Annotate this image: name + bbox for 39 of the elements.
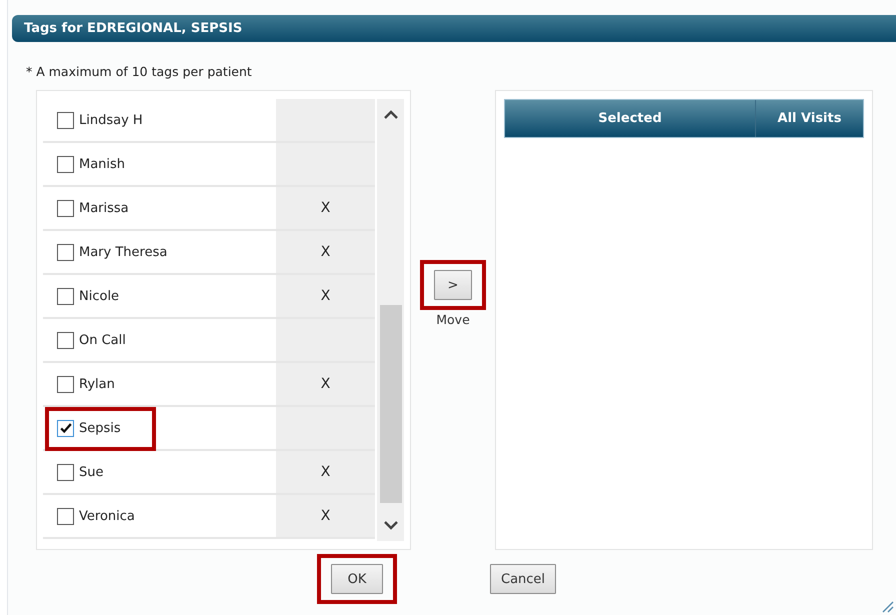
tag-name[interactable]: On Call [79, 332, 126, 348]
tag-name[interactable]: Nicole [79, 288, 120, 304]
visit-mark: X [320, 200, 330, 216]
tag-name[interactable]: Marissa [79, 200, 129, 216]
tag-name[interactable]: Mary Theresa [79, 244, 168, 260]
visit-mark: X [320, 508, 330, 524]
dialog-button[interactable]: OK [331, 564, 383, 594]
checkbox[interactable] [57, 464, 74, 480]
column-header: Selected [505, 100, 756, 137]
scroll-up-icon[interactable] [382, 109, 398, 119]
dialog-title: Tags for EDREGIONAL, SEPSIS [24, 21, 242, 36]
checkbox[interactable] [57, 244, 74, 260]
dialog-button[interactable]: Cancel [490, 564, 556, 594]
scroll-down-icon[interactable] [382, 521, 398, 531]
checkbox[interactable] [57, 332, 74, 348]
checkbox[interactable] [57, 288, 74, 304]
tag-name[interactable]: Sepsis [79, 420, 121, 436]
visit-mark: X [320, 464, 330, 480]
checkbox[interactable] [57, 420, 74, 436]
note-text: * A maximum of 10 tags per patient [26, 64, 253, 79]
visit-mark: X [320, 376, 330, 392]
checkbox[interactable] [57, 112, 74, 128]
resize-grip-icon[interactable] [880, 599, 894, 613]
scrollbar[interactable] [377, 99, 404, 541]
tag-name[interactable]: Veronica [79, 508, 135, 524]
checkbox[interactable] [57, 508, 74, 524]
move-button[interactable]: > [434, 270, 472, 300]
tag-name[interactable]: Rylan [79, 376, 115, 392]
tag-name[interactable]: Manish [79, 156, 126, 172]
move-label: Move [436, 312, 470, 327]
checkbox[interactable] [57, 376, 74, 392]
checkbox[interactable] [57, 200, 74, 216]
checkbox[interactable] [57, 156, 74, 172]
tag-name[interactable]: Lindsay H [79, 112, 143, 128]
visit-mark: X [320, 288, 330, 304]
column-header: All Visits [776, 110, 842, 128]
scroll-thumb[interactable] [380, 304, 402, 504]
visit-mark: X [320, 244, 330, 260]
tag-name[interactable]: Sue [79, 464, 104, 480]
